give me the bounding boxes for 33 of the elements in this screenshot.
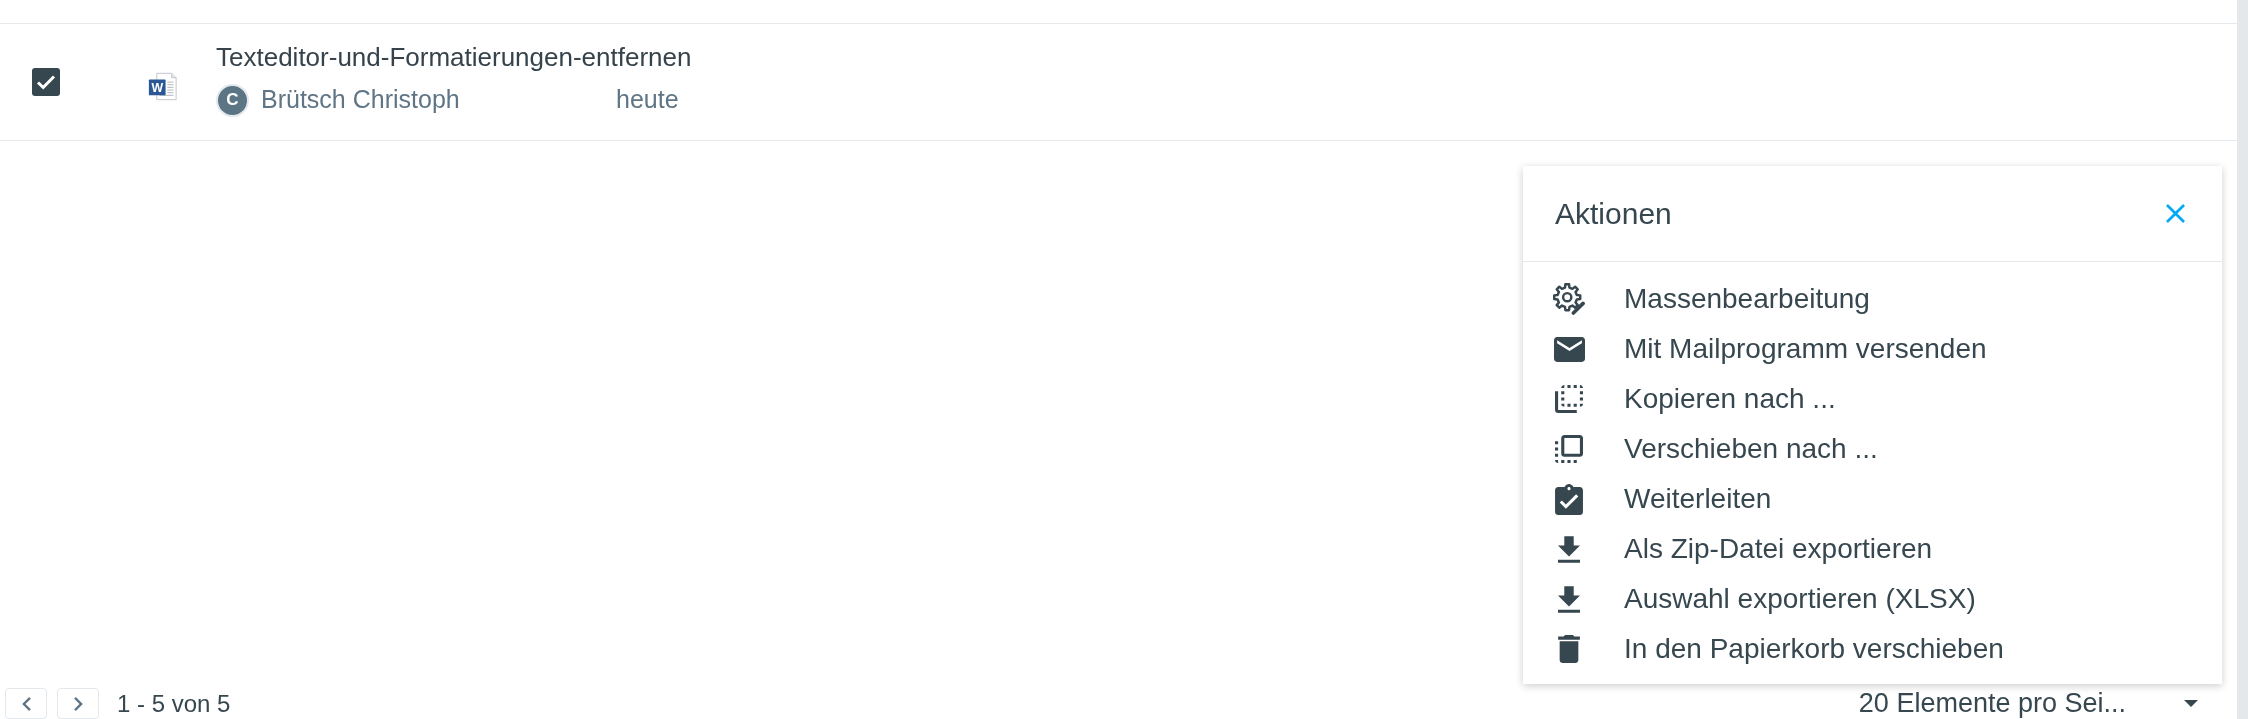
action-item[interactable]: Verschieben nach ... xyxy=(1523,424,2222,474)
panel-title: Aktionen xyxy=(1555,196,1672,232)
action-item[interactable]: Auswahl exportieren (XLSX) xyxy=(1523,574,2222,624)
gear-pencil-icon xyxy=(1553,283,1585,315)
action-item[interactable]: In den Papierkorb verschieben xyxy=(1523,624,2222,674)
previous-page-button[interactable] xyxy=(5,688,47,719)
mail-icon xyxy=(1553,336,1585,362)
close-icon xyxy=(2166,204,2185,223)
scrollbar[interactable] xyxy=(2237,0,2248,719)
trash-icon xyxy=(1558,635,1580,663)
action-item[interactable]: Mit Mailprogramm versenden xyxy=(1523,324,2222,374)
move-icon xyxy=(1555,435,1583,463)
download-icon xyxy=(1558,585,1580,613)
page-range: 1 - 5 von 5 xyxy=(117,689,231,719)
next-page-button[interactable] xyxy=(57,688,99,719)
action-item[interactable]: Weiterleiten xyxy=(1523,474,2222,524)
clipboard-check-icon xyxy=(1555,483,1583,515)
person-name: Brütsch Christoph xyxy=(261,84,460,116)
chevron-left-icon xyxy=(21,696,31,711)
date: heute xyxy=(616,84,679,116)
checkmark-icon xyxy=(36,74,56,90)
avatar: C xyxy=(216,83,249,117)
page-size-select[interactable]: 20 Elemente pro Sei... xyxy=(1858,688,2198,719)
file-name[interactable]: Texteditor-und-Formatierungen-entfernen xyxy=(216,41,692,73)
checkbox[interactable] xyxy=(32,68,60,96)
copy-icon xyxy=(1555,385,1583,413)
caret-down-icon xyxy=(2184,700,2198,707)
action-item[interactable]: Kopieren nach ... xyxy=(1523,374,2222,424)
action-item[interactable]: Massenbearbeitung xyxy=(1523,274,2222,324)
action-item[interactable]: Als Zip-Datei exportieren xyxy=(1523,524,2222,574)
chevron-right-icon xyxy=(73,696,83,711)
download-icon xyxy=(1558,535,1580,563)
close-button[interactable] xyxy=(2166,204,2185,223)
